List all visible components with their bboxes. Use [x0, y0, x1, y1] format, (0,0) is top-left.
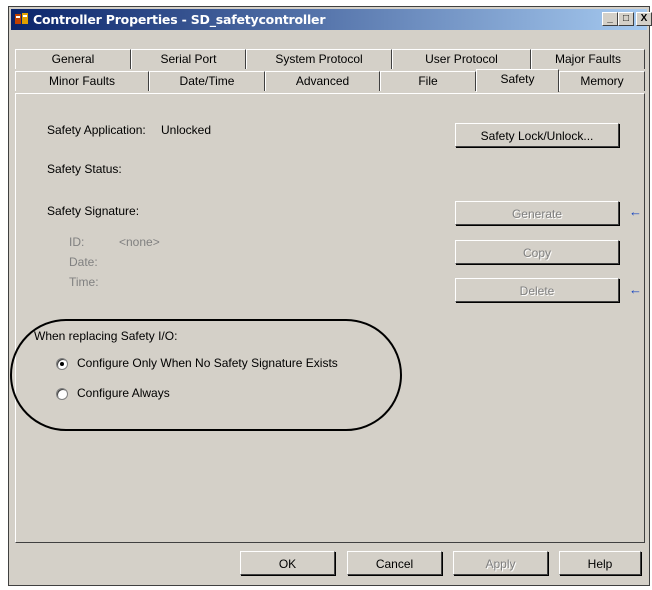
tab-file[interactable]: File: [380, 71, 476, 91]
copy-button[interactable]: Copy: [455, 240, 619, 264]
cancel-button[interactable]: Cancel: [347, 551, 442, 575]
title-bar[interactable]: Controller Properties - SD_safetycontrol…: [11, 9, 652, 30]
safety-signature-label: Safety Signature:: [47, 204, 140, 218]
safety-lock-unlock-button[interactable]: Safety Lock/Unlock...: [455, 123, 619, 147]
controller-properties-dialog: Controller Properties - SD_safetycontrol…: [8, 6, 652, 586]
tab-row-2: Minor Faults Date/Time Advanced File Saf…: [15, 69, 645, 92]
tab-system-protocol[interactable]: System Protocol: [246, 49, 392, 69]
tab-user-protocol[interactable]: User Protocol: [392, 49, 531, 69]
safety-status-label: Safety Status:: [47, 162, 122, 176]
safety-application-label: Safety Application:: [47, 123, 146, 137]
tab-row-1: General Serial Port System Protocol User…: [15, 49, 645, 69]
tab-general[interactable]: General: [15, 49, 131, 69]
tab-safety[interactable]: Safety: [476, 69, 559, 92]
apply-button[interactable]: Apply: [453, 551, 548, 575]
close-button[interactable]: X: [636, 12, 652, 26]
signature-date-label: Date:: [69, 255, 98, 269]
signature-time-label: Time:: [69, 275, 99, 289]
safety-tab-panel: [15, 93, 645, 543]
delete-arrow-icon: ←: [629, 282, 642, 297]
highlight-oval: [10, 319, 402, 431]
maximize-button[interactable]: □: [618, 12, 634, 26]
delete-button[interactable]: Delete: [455, 278, 619, 302]
tab-memory[interactable]: Memory: [559, 71, 645, 91]
generate-button[interactable]: Generate: [455, 201, 619, 225]
help-button[interactable]: Help: [559, 551, 641, 575]
ok-button[interactable]: OK: [240, 551, 335, 575]
tab-advanced[interactable]: Advanced: [265, 71, 380, 91]
controller-app-icon: [15, 13, 28, 24]
tab-minor-faults[interactable]: Minor Faults: [15, 71, 149, 91]
tab-date-time[interactable]: Date/Time: [149, 71, 265, 91]
signature-id-value: <none>: [119, 235, 160, 249]
signature-id-label: ID:: [69, 235, 85, 249]
tab-major-faults[interactable]: Major Faults: [531, 49, 645, 69]
minimize-button[interactable]: _: [602, 12, 618, 26]
generate-arrow-icon: ←: [629, 204, 642, 219]
window-title: Controller Properties - SD_safetycontrol…: [33, 12, 326, 27]
safety-application-value: Unlocked: [161, 123, 212, 137]
tab-serial-port[interactable]: Serial Port: [131, 49, 246, 69]
